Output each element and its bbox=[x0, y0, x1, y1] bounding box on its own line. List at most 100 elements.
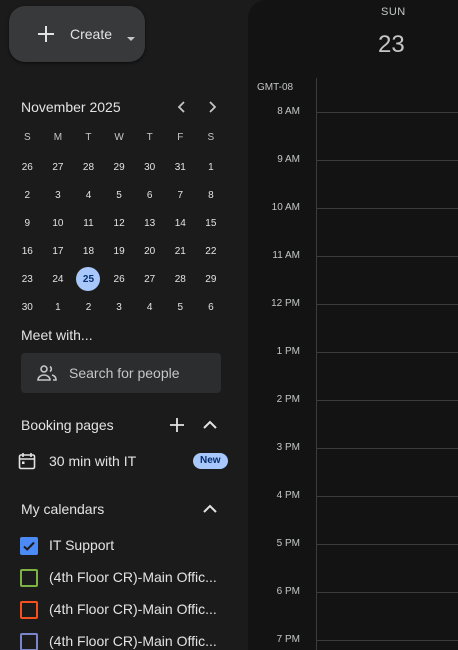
mini-calendar-day[interactable]: 20 bbox=[134, 237, 165, 265]
sidebar: Create November 2025 S M T W T F S 26 27 28 29 30 31… bbox=[0, 0, 248, 650]
mini-calendar-day[interactable]: 24 bbox=[43, 265, 74, 293]
timezone-label: GMT-08 bbox=[257, 82, 294, 93]
mini-calendar-day[interactable]: 2 bbox=[73, 293, 104, 321]
mini-calendar-day[interactable]: 31 bbox=[165, 153, 196, 181]
mini-calendar-day[interactable]: 28 bbox=[165, 265, 196, 293]
mini-calendar-day[interactable]: 7 bbox=[165, 181, 196, 209]
create-label: Create bbox=[70, 26, 113, 42]
mini-calendar-title: November 2025 bbox=[21, 99, 121, 115]
mini-calendar-grid: S M T W T F S 26 27 28 29 30 31 1 2 3 4 5 6 7 8 9 10 11 12 13 14 15… bbox=[12, 125, 226, 321]
calendar-item[interactable]: IT Support bbox=[20, 533, 230, 557]
booking-item-label: 30 min with IT bbox=[49, 453, 137, 469]
hour-label: 1 PM bbox=[276, 346, 300, 357]
mini-calendar-day[interactable]: 16 bbox=[12, 237, 43, 265]
add-booking-icon[interactable] bbox=[165, 413, 189, 437]
hour-label: 5 PM bbox=[276, 538, 300, 549]
mini-calendar-day[interactable]: 4 bbox=[73, 181, 104, 209]
day-name: SUN bbox=[381, 6, 406, 18]
mini-calendar-day[interactable]: 18 bbox=[73, 237, 104, 265]
mini-calendar-day[interactable]: 5 bbox=[104, 181, 135, 209]
mini-calendar-day[interactable]: 30 bbox=[134, 153, 165, 181]
mini-calendar-day[interactable]: 28 bbox=[73, 153, 104, 181]
hour-label: 6 PM bbox=[276, 586, 300, 597]
collapse-calendars-icon[interactable] bbox=[198, 497, 222, 521]
collapse-booking-icon[interactable] bbox=[198, 413, 222, 437]
mini-calendar-day[interactable]: 14 bbox=[165, 209, 196, 237]
hour-gridline bbox=[316, 112, 458, 113]
hour-gridline bbox=[316, 208, 458, 209]
mini-calendar-day[interactable]: 12 bbox=[104, 209, 135, 237]
booking-page-item[interactable]: 30 min with IT New bbox=[18, 449, 228, 473]
caret-down-icon[interactable] bbox=[127, 37, 135, 41]
hour-gridline bbox=[316, 544, 458, 545]
mini-calendar-day[interactable]: 4 bbox=[134, 293, 165, 321]
hour-label: 12 PM bbox=[271, 298, 300, 309]
calendar-checkbox[interactable] bbox=[20, 633, 38, 650]
prev-month-icon[interactable] bbox=[172, 97, 192, 117]
search-people-placeholder: Search for people bbox=[69, 365, 180, 381]
mini-calendar-day[interactable]: 27 bbox=[134, 265, 165, 293]
calendar-checkbox[interactable] bbox=[20, 537, 38, 555]
calendar-item[interactable]: (4th Floor CR)-Main Offic... bbox=[20, 597, 230, 621]
mini-calendar-day[interactable]: 6 bbox=[196, 293, 227, 321]
mini-calendar-day[interactable]: 17 bbox=[43, 237, 74, 265]
mini-calendar-day[interactable]: 3 bbox=[104, 293, 135, 321]
hour-gridline bbox=[316, 448, 458, 449]
mini-calendar-day[interactable]: 10 bbox=[43, 209, 74, 237]
day-number[interactable]: 23 bbox=[378, 31, 405, 59]
next-month-icon[interactable] bbox=[202, 97, 222, 117]
mini-calendar-day[interactable]: 1 bbox=[196, 153, 227, 181]
calendar-item-label: (4th Floor CR)-Main Offic... bbox=[49, 633, 217, 649]
calendar-checkbox[interactable] bbox=[20, 569, 38, 587]
mini-calendar-day[interactable]: 5 bbox=[165, 293, 196, 321]
hour-gridline bbox=[316, 592, 458, 593]
plus-icon bbox=[38, 26, 54, 42]
mini-calendar-day[interactable]: 23 bbox=[12, 265, 43, 293]
weekday-header: M bbox=[53, 131, 63, 143]
weekday-header: T bbox=[85, 131, 92, 143]
hour-label: 7 PM bbox=[276, 634, 300, 645]
mini-calendar-day[interactable]: 13 bbox=[134, 209, 165, 237]
mini-calendar-day[interactable]: 11 bbox=[73, 209, 104, 237]
check-icon bbox=[23, 541, 35, 551]
hour-gridline bbox=[316, 400, 458, 401]
mini-calendar-day[interactable]: 29 bbox=[196, 265, 227, 293]
new-badge: New bbox=[193, 453, 228, 469]
search-people-input[interactable]: Search for people bbox=[21, 353, 221, 393]
mini-calendar-day[interactable]: 6 bbox=[134, 181, 165, 209]
calendar-checkbox[interactable] bbox=[20, 601, 38, 619]
day-view: SUN 23 GMT-08 8 AM 9 AM 10 AM 11 AM 12 PM 1 P… bbox=[248, 0, 458, 650]
mini-calendar-day[interactable]: 1 bbox=[43, 293, 74, 321]
calendar-item[interactable]: (4th Floor CR)-Main Offic... bbox=[20, 629, 230, 650]
hour-label: 10 AM bbox=[271, 202, 300, 213]
hour-gridline bbox=[316, 160, 458, 161]
hour-gridline bbox=[316, 640, 458, 641]
hour-label: 4 PM bbox=[276, 490, 300, 501]
hour-gridline bbox=[316, 304, 458, 305]
calendar-item[interactable]: (4th Floor CR)-Main Offic... bbox=[20, 565, 230, 589]
mini-calendar-day[interactable]: 3 bbox=[43, 181, 74, 209]
weekday-header: S bbox=[207, 131, 215, 143]
mini-calendar-day[interactable]: 22 bbox=[196, 237, 227, 265]
people-icon bbox=[37, 365, 57, 381]
mini-calendar-day[interactable]: 26 bbox=[12, 153, 43, 181]
create-button[interactable]: Create bbox=[9, 6, 145, 62]
mini-calendar-day[interactable]: 2 bbox=[12, 181, 43, 209]
calendar-item-label: (4th Floor CR)-Main Offic... bbox=[49, 601, 217, 617]
my-calendars-title: My calendars bbox=[21, 501, 105, 517]
hour-gridline bbox=[316, 256, 458, 257]
mini-calendar-day[interactable]: 19 bbox=[104, 237, 135, 265]
mini-calendar-day[interactable]: 9 bbox=[12, 209, 43, 237]
mini-calendar-day-today[interactable]: 25 bbox=[73, 265, 104, 293]
calendar-item-label: IT Support bbox=[49, 537, 115, 553]
weekday-header: S bbox=[23, 131, 31, 143]
weekday-header: W bbox=[114, 131, 124, 143]
mini-calendar-day[interactable]: 21 bbox=[165, 237, 196, 265]
weekday-header: F bbox=[177, 131, 184, 143]
mini-calendar-day[interactable]: 30 bbox=[12, 293, 43, 321]
mini-calendar-day[interactable]: 8 bbox=[196, 181, 227, 209]
mini-calendar-day[interactable]: 15 bbox=[196, 209, 227, 237]
mini-calendar-day[interactable]: 29 bbox=[104, 153, 135, 181]
mini-calendar-day[interactable]: 26 bbox=[104, 265, 135, 293]
mini-calendar-day[interactable]: 27 bbox=[43, 153, 74, 181]
